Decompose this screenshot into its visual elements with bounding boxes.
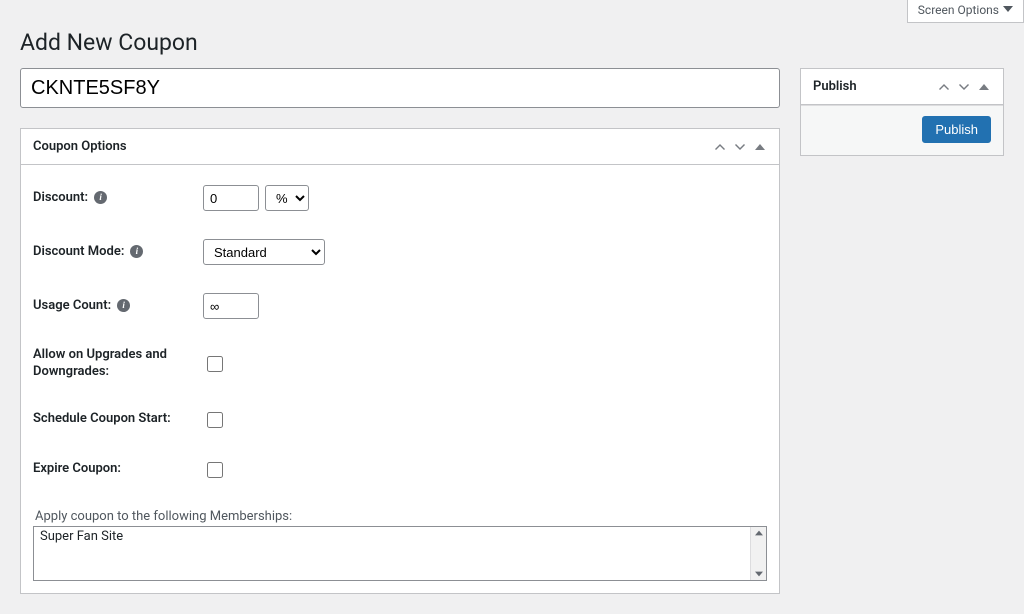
info-icon: i	[130, 245, 143, 258]
discount-unit-select[interactable]: %	[265, 185, 309, 211]
info-icon: i	[117, 299, 130, 312]
scrollbar[interactable]	[750, 527, 766, 580]
expire-label: Expire Coupon:	[33, 461, 121, 478]
mode-label: Discount Mode:	[33, 244, 124, 261]
publish-box: Publish Publish	[800, 68, 1004, 156]
membership-listbox[interactable]: Super Fan Site	[33, 526, 767, 581]
screen-options-tab[interactable]: Screen Options	[907, 0, 1024, 23]
schedule-start-checkbox[interactable]	[207, 412, 223, 428]
screen-options-label: Screen Options	[918, 3, 999, 17]
coupon-code-input[interactable]	[20, 68, 780, 108]
discount-label: Discount:	[33, 190, 88, 207]
chevron-down-icon[interactable]	[957, 80, 971, 94]
info-icon: i	[94, 191, 107, 204]
scroll-up-icon	[755, 529, 763, 537]
membership-apply-label: Apply coupon to the following Membership…	[35, 509, 767, 524]
scroll-down-icon	[755, 570, 763, 578]
chevron-down-icon[interactable]	[733, 140, 747, 154]
coupon-options-box: Coupon Options Discount: i %	[20, 128, 780, 594]
discount-input[interactable]	[203, 185, 259, 211]
chevron-up-icon[interactable]	[937, 80, 951, 94]
allow-upgrades-checkbox[interactable]	[207, 356, 223, 372]
schedule-start-label: Schedule Coupon Start:	[33, 411, 171, 428]
publish-title: Publish	[813, 79, 857, 94]
expire-checkbox[interactable]	[207, 462, 223, 478]
coupon-options-header: Coupon Options	[21, 129, 779, 165]
page-title: Add New Coupon	[20, 29, 1024, 56]
allow-upgrades-label: Allow on Upgrades and Downgrades:	[33, 347, 203, 381]
usage-count-input[interactable]	[203, 293, 259, 319]
caret-down-icon	[1003, 3, 1013, 17]
triangle-up-icon[interactable]	[977, 80, 991, 94]
triangle-up-icon[interactable]	[753, 140, 767, 154]
usage-label: Usage Count:	[33, 298, 111, 315]
publish-header: Publish	[801, 69, 1003, 105]
coupon-options-title: Coupon Options	[33, 139, 127, 154]
discount-mode-select[interactable]: Standard	[203, 239, 325, 265]
membership-option[interactable]: Super Fan Site	[34, 527, 766, 546]
publish-button[interactable]: Publish	[922, 116, 991, 143]
chevron-up-icon[interactable]	[713, 140, 727, 154]
